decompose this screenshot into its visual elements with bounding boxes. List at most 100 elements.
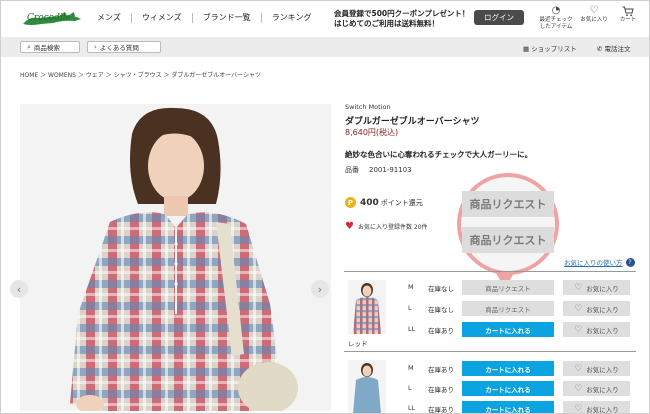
heart-outline-icon: ♡ [574,324,583,335]
favorite-count-text: お気に入り登録件数 20件 [357,224,428,231]
cart-link[interactable]: カート [611,5,645,24]
product-search-button[interactable]: ⌕ 商品検索 [20,41,80,53]
favorite-label: お気に入り [586,405,619,414]
favorite-button[interactable]: ♡ お気に入り [563,322,630,337]
product-price: 8,640円(税込) [345,128,399,137]
color-group-2: M 在庫あり カートに入れる ♡ お気に入り L 在庫あり カートに入れる ♡ お気… [344,351,636,414]
phone-order-link[interactable]: ✆ 電話注文 [597,43,631,53]
favorites-howto-link[interactable]: お気に入りの使い方 ? [564,257,635,267]
variant-stock: 在庫なし [428,306,454,314]
color-name-red: レッド [348,340,368,348]
points-info: P 400 ポイント還元 [345,197,423,208]
favorite-label: お気に入り [586,305,619,314]
callout-request-button-2[interactable]: 商品リクエスト [462,227,554,253]
request-button[interactable]: 商品リクエスト [462,301,554,316]
clock-icon: ◔ [551,5,561,16]
variant-size: LL [408,325,416,333]
variant-row: LL 在庫あり カートに入れる ♡ お気に入り [396,322,636,337]
promo-line-2: はじめてのご利用は送料無料！ [334,19,439,28]
nav-ranking[interactable]: ランキング [260,13,322,23]
variant-row: M 在庫なし 商品リクエスト ♡ お気に入り [396,280,636,295]
model-photo [70,107,298,411]
color-thumbnail-red[interactable] [348,280,386,334]
variant-stock: 在庫あり [428,406,454,414]
favorite-label: お気に入り [586,365,619,374]
nav-brands[interactable]: ブランド一覧 [191,13,261,23]
variant-size: M [408,283,414,291]
add-to-cart-button[interactable]: カートに入れる [462,361,554,376]
promo-line-1: 会員登録で500円クーポンプレゼント！ [334,9,470,18]
product-sku: 品番 2001-91103 [345,165,412,175]
shop-list-label: ショップリスト [531,45,577,53]
recently-viewed-link[interactable]: ◔ 最近チェック したアイテム [539,5,573,31]
favorites-label: お気に入り [580,17,608,23]
nav-mens[interactable]: メンズ [97,13,131,23]
favorite-label: お気に入り [586,326,619,335]
cart-icon [622,6,634,17]
favorite-label: お気に入り [586,385,619,394]
help-icon: ? [625,257,635,267]
promo-banner[interactable]: 会員登録で500円クーポンプレゼント！ はじめてのご利用は送料無料！ [334,9,469,29]
page-frame: Crocodile メンズ ウィメンズ ブランド一覧 ランキング 会員登録で50… [0,0,650,414]
phone-icon: ✆ [597,45,603,53]
breadcrumb[interactable]: HOME ＞ WOMENS ＞ ウェア ＞ シャツ・ブラウス ＞ ダブルガーゼブ… [20,70,261,79]
store-icon: ▦ [523,45,530,53]
recent-label-1: 最近チェック [539,17,573,23]
sku-value: 2001-91103 [369,166,412,174]
heart-filled-icon: ♥ [345,221,354,232]
favorite-button[interactable]: ♡ お気に入り [563,361,630,376]
thumb-2-image [353,363,381,413]
site-header: Crocodile メンズ ウィメンズ ブランド一覧 ランキング 会員登録で50… [1,1,649,35]
carousel-prev-button[interactable]: ‹ [10,280,28,298]
main-nav: メンズ ウィメンズ ブランド一覧 ランキング [97,13,321,23]
product-main-image [20,104,331,411]
faq-button[interactable]: › よくある質問 [87,41,161,53]
variant-row: M 在庫あり カートに入れる ♡ お気に入り [396,361,636,376]
product-title: ダブルガーゼブルオーバーシャツ [345,117,480,127]
variant-row: LL 在庫あり カートに入れる ♡ お気に入り [396,401,636,414]
variant-stock: 在庫あり [428,386,454,394]
request-button[interactable]: 商品リクエスト [462,280,554,295]
heart-outline-icon: ♡ [574,363,583,374]
favorite-button[interactable]: ♡ お気に入り [563,280,630,295]
callout-request-button-1[interactable]: 商品リクエスト [462,191,554,217]
heart-outline-icon: ♡ [574,403,583,414]
carousel-next-button[interactable]: › [311,280,329,298]
color-thumbnail-2[interactable] [348,360,386,413]
thumb-red-image [353,283,381,334]
nav-womens[interactable]: ウィメンズ [130,13,192,23]
sku-label: 品番 [345,166,359,174]
logo-text: Crocodile [27,13,71,23]
faq-label: よくある質問 [99,44,139,52]
add-to-cart-button[interactable]: カートに入れる [462,381,554,396]
cart-label: カート [619,17,637,23]
heart-outline-icon: ♡ [574,383,583,394]
callout-bubble [457,173,559,275]
variant-stock: 在庫あり [428,366,454,374]
product-tagline: 絶妙な色合いに心奪われるチェックで大人ガーリーに。 [345,150,533,159]
points-suffix: ポイント還元 [380,198,423,207]
favorite-button[interactable]: ♡ お気に入り [563,301,630,316]
heart-outline-icon: ♡ [574,282,583,293]
login-button[interactable]: ログイン [474,10,524,25]
variant-size: LL [408,404,416,412]
favorite-button[interactable]: ♡ お気に入り [563,401,630,414]
howto-label: お気に入りの使い方 [564,259,623,267]
shop-list-link[interactable]: ▦ ショップリスト [523,43,577,53]
color-group-red: レッド M 在庫なし 商品リクエスト ♡ お気に入り L 在庫なし 商品リクエスト… [344,271,636,351]
favorites-link[interactable]: ♡ お気に入り [577,5,611,24]
chevron-right-icon: › [94,43,97,51]
product-brand[interactable]: Switch Motion [345,103,391,111]
point-coin-icon: P [345,197,356,208]
add-to-cart-button[interactable]: カートに入れる [462,322,554,337]
add-to-cart-button[interactable]: カートに入れる [462,401,554,413]
variant-size: M [408,364,414,372]
variant-size: L [408,384,412,392]
phone-order-label: 電話注文 [604,45,631,53]
variant-row: L 在庫あり カートに入れる ♡ お気に入り [396,381,636,396]
variant-row: L 在庫なし 商品リクエスト ♡ お気に入り [396,301,636,316]
favorite-button[interactable]: ♡ お気に入り [563,381,630,396]
recent-label-2: したアイテム [539,24,573,30]
crocodile-logo[interactable]: Crocodile [19,6,85,30]
variant-size: L [408,304,412,312]
